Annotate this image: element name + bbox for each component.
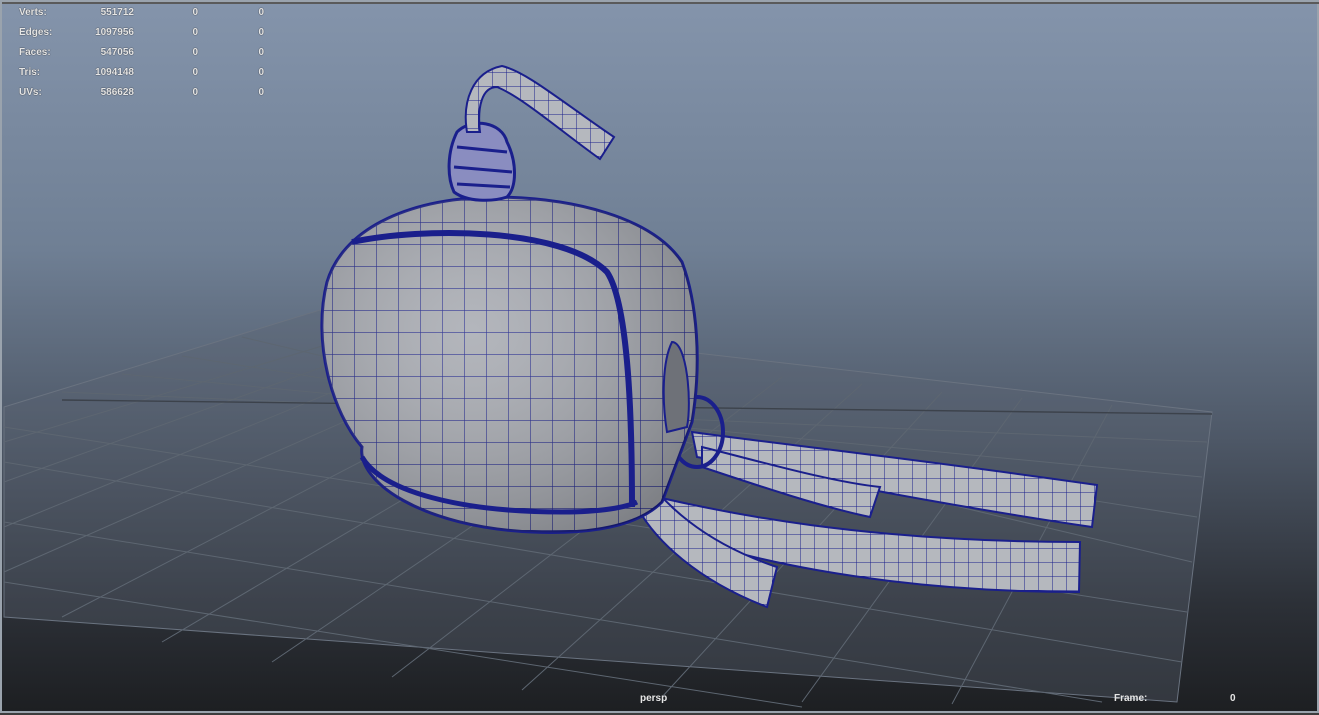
hud-total: 1094148: [95, 67, 134, 78]
hud-total: 551712: [100, 7, 134, 18]
hud-total: 547056: [100, 47, 134, 58]
hud-row-tris: Tris: 1094148 0 0: [2, 67, 272, 81]
hud-label: UVs:: [19, 87, 42, 98]
hud-row-edges: Edges: 1097956 0 0: [2, 27, 272, 41]
hud-selected: 0: [192, 27, 198, 38]
hud-label: Edges:: [19, 27, 53, 38]
hud-row-uvs: UVs: 586628 0 0: [2, 87, 272, 101]
hud-label: Verts:: [19, 7, 47, 18]
hud-total: 1097956: [95, 27, 134, 38]
hud-label: Faces:: [19, 47, 51, 58]
hud-total: 586628: [100, 87, 134, 98]
hud-selected: 0: [192, 67, 198, 78]
hud-row-faces: Faces: 547056 0 0: [2, 47, 272, 61]
hud-highlighted: 0: [258, 47, 264, 58]
camera-label: persp: [640, 693, 668, 704]
scene-render[interactable]: [2, 2, 1319, 715]
hat-mesh[interactable]: [320, 64, 699, 534]
hud-selected: 0: [192, 47, 198, 58]
hud-highlighted: 0: [258, 7, 264, 18]
3d-viewport[interactable]: Verts: 551712 0 0 Edges: 1097956 0 0 Fac…: [0, 0, 1319, 713]
hud-row-verts: Verts: 551712 0 0: [2, 7, 272, 21]
hud-highlighted: 0: [258, 27, 264, 38]
frame-label: Frame:: [1114, 693, 1148, 704]
hud-highlighted: 0: [258, 67, 264, 78]
hud-highlighted: 0: [258, 87, 264, 98]
hud-selected: 0: [192, 87, 198, 98]
hud-label: Tris:: [19, 67, 41, 78]
frame-value: 0: [1230, 693, 1236, 704]
hud-selected: 0: [192, 7, 198, 18]
